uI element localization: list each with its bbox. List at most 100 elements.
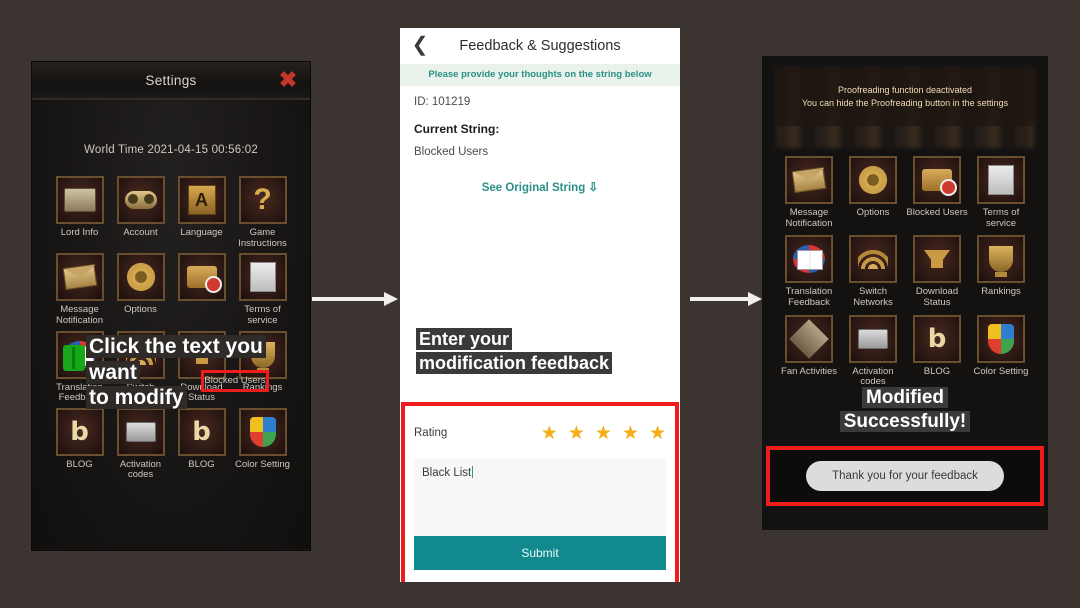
result-item-translation-feedback[interactable]: Translation Feedback — [778, 235, 840, 308]
result-item-activation-codes[interactable]: Activation codes — [842, 314, 904, 388]
tile: b — [177, 407, 226, 456]
tile: A — [177, 176, 226, 224]
gear-icon — [859, 166, 887, 194]
tile — [55, 176, 104, 224]
result-item-switch-networks[interactable]: Switch Networks — [842, 235, 904, 308]
tile — [977, 156, 1025, 204]
settings-item-options[interactable]: Options — [111, 253, 170, 326]
star-icon[interactable]: ★ — [541, 424, 558, 443]
current-string-label: Current String: — [414, 122, 500, 136]
gamepad-icon — [124, 191, 157, 209]
scroll-icon — [63, 188, 96, 212]
success-line-1: Modified — [861, 387, 949, 408]
result-item-color-setting[interactable]: Color Setting — [970, 314, 1032, 388]
settings-item-color-setting[interactable]: Color Setting — [233, 407, 292, 481]
tile — [116, 407, 165, 456]
envelope-icon — [791, 166, 827, 194]
color-shield-icon — [249, 416, 276, 447]
annotation-line-1: Enter your — [416, 328, 513, 350]
page-title: Settings — [145, 73, 197, 88]
document-icon — [249, 262, 276, 293]
color-shield-icon — [988, 323, 1014, 354]
settings-icon-grid: Lord Info Account A Language ? Game Inst… — [32, 156, 310, 481]
result-item-label: Message Notification — [785, 207, 833, 229]
document-icon — [988, 165, 1014, 195]
result-item-blocked-users[interactable]: Blocked Users — [906, 156, 968, 229]
arrow-shaft — [690, 297, 750, 301]
result-item-rankings[interactable]: Rankings — [970, 235, 1032, 308]
toast-line-1: Proofreading function deactivated — [837, 84, 973, 95]
settings-item-lord-info[interactable]: Lord Info — [50, 176, 109, 249]
settings-item-label: Language — [180, 227, 223, 238]
settings-item-blocked-users[interactable]: Blocked Users — [172, 253, 231, 326]
settings-item-message-notification[interactable]: Message Notification — [50, 253, 109, 326]
result-item-options[interactable]: Options — [842, 156, 904, 229]
cursor-pointer-icon — [63, 345, 85, 371]
fan-diamond-icon — [789, 318, 829, 359]
see-original-string-link[interactable]: See Original String ⇩ — [414, 180, 666, 194]
settings-item-activation-codes[interactable]: Activation codes — [111, 407, 170, 481]
tile: ? — [238, 176, 287, 224]
feedback-header: ❮ Feedback & Suggestions — [400, 28, 680, 64]
result-item-label: Download Status — [915, 286, 959, 308]
briefcase-icon — [125, 421, 156, 442]
chevron-double-down-icon: ⇩ — [588, 180, 599, 194]
result-item-download-status[interactable]: Download Status — [906, 235, 968, 308]
settings-item-label: Account — [123, 227, 158, 238]
flow-arrow-2 — [690, 292, 762, 306]
tile — [238, 253, 287, 302]
result-item-label: Blocked Users — [906, 207, 968, 218]
tile: b — [55, 407, 104, 456]
close-x-icon[interactable]: ✖ — [278, 69, 298, 91]
chevron-left-icon[interactable]: ❮ — [410, 35, 430, 56]
settings-item-language[interactable]: A Language — [172, 176, 231, 249]
result-item-label: Fan Activities — [781, 365, 837, 377]
annotation-line-2: modification feedback — [416, 351, 613, 374]
thanks-highlight-box: Thank you for your feedback — [766, 446, 1044, 506]
result-item-fan-activities[interactable]: Fan Activities — [778, 314, 840, 388]
blocked-user-icon — [186, 266, 222, 294]
settings-item-game-instructions[interactable]: ? Game Instructions — [233, 176, 292, 249]
settings-item-blog-2[interactable]: b BLOG — [172, 407, 231, 481]
settings-item-terms-of-service[interactable]: Terms of service — [233, 253, 292, 326]
wifi-icon — [858, 249, 888, 270]
submit-button[interactable]: Submit — [414, 536, 666, 570]
tile — [116, 176, 165, 224]
arrow-shaft — [312, 297, 386, 301]
settings-item-blog-1[interactable]: b BLOG — [50, 407, 109, 481]
star-icon[interactable]: ★ — [622, 424, 639, 443]
settings-titlebar: Settings ✖ — [32, 62, 310, 102]
text-caret — [472, 466, 474, 478]
tile — [977, 235, 1025, 284]
tile — [785, 314, 833, 363]
briefcase-icon — [858, 328, 888, 349]
star-icon[interactable]: ★ — [595, 424, 612, 443]
result-item-label: Rankings — [981, 286, 1021, 298]
tile — [177, 253, 226, 302]
star-icon[interactable]: ★ — [568, 424, 585, 443]
settings-item-label: Activation codes — [119, 458, 162, 481]
settings-item-account[interactable]: Account — [111, 176, 170, 249]
rating-stars[interactable]: ★ ★ ★ ★ ★ — [541, 424, 666, 443]
arrow-head — [748, 292, 762, 306]
result-item-label: Activation codes — [852, 365, 894, 388]
result-item-terms-of-service[interactable]: Terms of service — [970, 156, 1032, 229]
settings-item-label: Lord Info — [60, 227, 99, 238]
tile: b — [913, 314, 961, 363]
tile — [785, 235, 833, 284]
annotation-line-2: to modify — [86, 386, 187, 410]
flow-arrow-1 — [312, 292, 398, 306]
blog-b-icon: b — [927, 323, 947, 354]
blog-b-icon: b — [70, 416, 89, 447]
result-item-label: Terms of service — [982, 207, 1020, 229]
star-icon[interactable]: ★ — [649, 424, 666, 443]
result-item-message-notification[interactable]: Message Notification — [778, 156, 840, 229]
tile — [913, 156, 961, 204]
string-id-label: ID: 101219 — [414, 96, 471, 108]
annotation-click-text: Click the text you want to modify — [86, 334, 310, 411]
settings-item-label: BLOG — [66, 458, 93, 470]
result-item-blog[interactable]: b BLOG — [906, 314, 968, 388]
proofreading-toast: Proofreading function deactivated You ca… — [776, 68, 1034, 126]
feedback-body: ID: 101219 Current String: Blocked Users… — [400, 86, 680, 194]
settings-item-label: Options — [124, 304, 157, 316]
